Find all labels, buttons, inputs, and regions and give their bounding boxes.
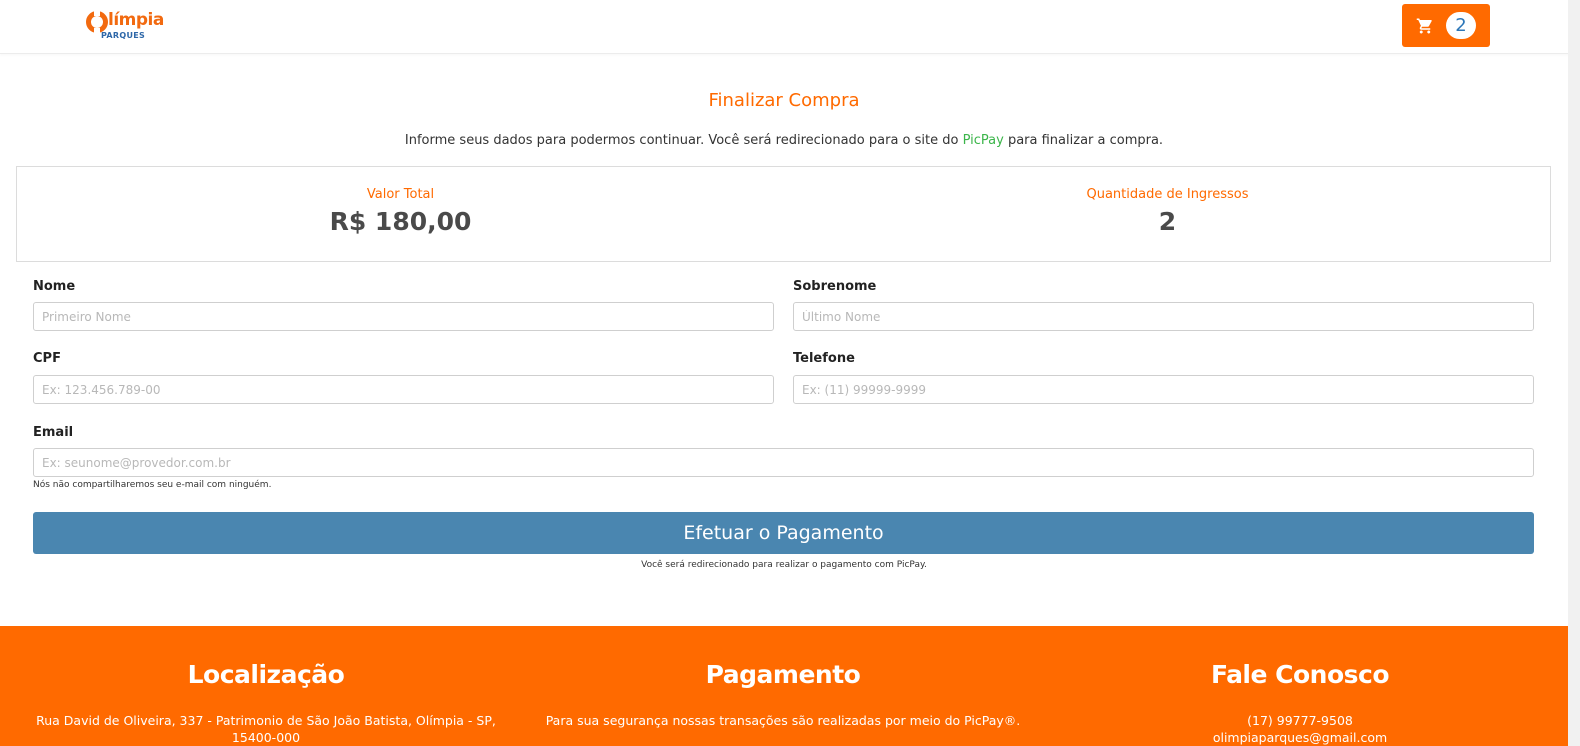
cpf-label: CPF <box>33 351 61 366</box>
total-summary: Valor Total R$ 180,00 <box>17 167 784 261</box>
telefone-input[interactable] <box>793 375 1534 404</box>
location-address: Rua David de Oliveira, 337 - Patrimonio … <box>36 713 496 728</box>
logo-name: límpia <box>108 10 164 30</box>
cart-count-badge: 2 <box>1446 12 1476 39</box>
page-title: Finalizar Compra <box>708 90 860 111</box>
intro-before: Informe seus dados para podermos continu… <box>404 133 963 148</box>
navbar: límpia PARQUES 2 <box>0 0 1580 54</box>
quantity-value: 2 <box>1158 207 1177 236</box>
scrollbar[interactable] <box>1568 0 1580 746</box>
total-value: R$ 180,00 <box>329 207 472 236</box>
lifebuoy-icon <box>86 11 108 33</box>
payment-title: Pagamento <box>705 660 861 689</box>
email-help-text: Nós não compartilharemos seu e-mail com … <box>33 480 272 490</box>
email-label: Email <box>33 425 74 440</box>
cpf-input[interactable] <box>33 375 774 404</box>
location-zip: 15400-000 <box>231 730 301 745</box>
contact-title: Fale Conosco <box>1210 660 1390 689</box>
total-label: Valor Total <box>366 187 435 202</box>
logo[interactable]: límpia PARQUES <box>86 10 166 44</box>
cart-icon <box>1416 18 1432 34</box>
intro-text: Informe seus dados para podermos continu… <box>0 133 1568 148</box>
email-input[interactable] <box>33 448 1534 477</box>
pay-button[interactable]: Efetuar o Pagamento <box>33 512 1534 554</box>
nome-input[interactable] <box>33 302 774 331</box>
contact-phone[interactable]: (17) 99777-9508 <box>1090 712 1510 729</box>
contact-email[interactable]: olimpiaparques@gmail.com <box>1090 729 1510 746</box>
telefone-label: Telefone <box>793 351 855 366</box>
nome-label: Nome <box>33 279 76 294</box>
logo-sub: PARQUES <box>101 31 146 40</box>
cart-button[interactable]: 2 <box>1402 4 1490 47</box>
footer: Localização Rua David de Oliveira, 337 -… <box>0 626 1568 746</box>
quantity-label: Quantidade de Ingressos <box>1086 187 1249 202</box>
sobrenome-label: Sobrenome <box>793 279 877 294</box>
order-summary: Valor Total R$ 180,00 Quantidade de Ingr… <box>16 166 1551 262</box>
pay-note: Você será redirecionado para realizar o … <box>641 560 927 570</box>
picpay-link: PicPay <box>962 133 1004 148</box>
location-title: Localização <box>187 660 345 689</box>
quantity-summary: Quantidade de Ingressos 2 <box>784 167 1551 261</box>
payment-text: Para sua segurança nossas transações são… <box>545 713 1021 728</box>
intro-after: para finalizar a compra. <box>1003 133 1164 148</box>
sobrenome-input[interactable] <box>793 302 1534 331</box>
